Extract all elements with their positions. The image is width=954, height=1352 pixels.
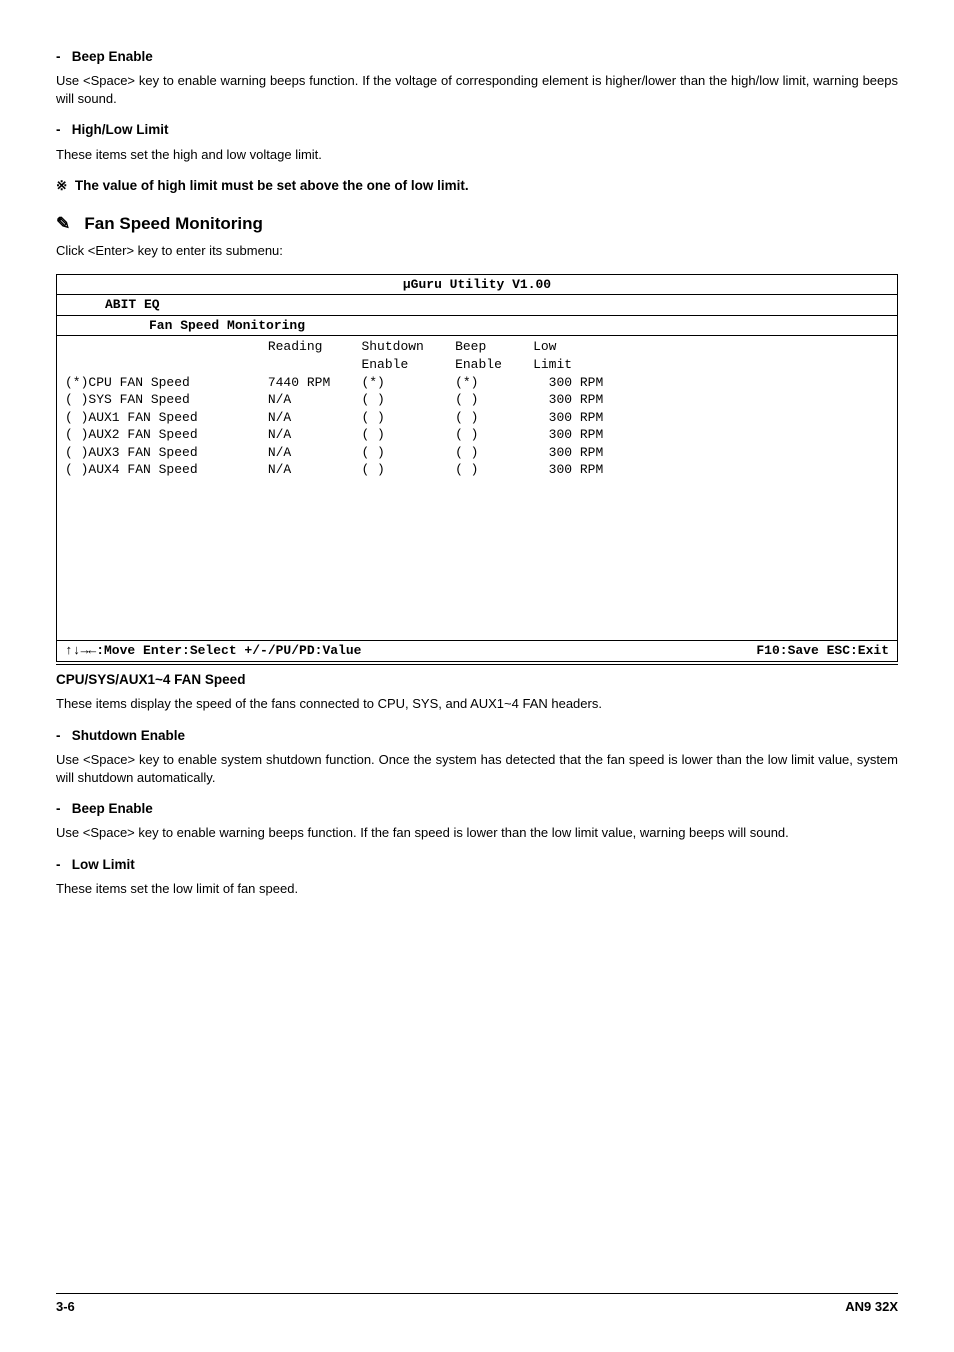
heading-text: Low Limit [72, 857, 135, 872]
para-high-low: These items set the high and low voltage… [56, 146, 898, 164]
heading-high-low-limit: High/Low Limit [56, 121, 898, 139]
heading-text: Fan Speed Monitoring [84, 214, 263, 233]
table-body: Reading Shutdown Beep Low Enable Enable … [57, 336, 897, 640]
heading-fan-speed-monitoring: Fan Speed Monitoring [56, 213, 898, 236]
para-cpu-sys-aux: These items display the speed of the fan… [56, 695, 898, 713]
para-fan-intro: Click <Enter> key to enter its submenu: [56, 242, 898, 260]
table-sub1: ABIT EQ [57, 295, 897, 316]
para-shutdown: Use <Space> key to enable system shutdow… [56, 751, 898, 786]
table-footer: ↑↓→←:Move Enter:Select +/-/PU/PD:Value F… [57, 640, 897, 661]
heading-text: High/Low Limit [72, 122, 169, 137]
heading-low-limit: Low Limit [56, 856, 898, 874]
heading-text: Shutdown Enable [72, 728, 185, 743]
heading-text: Beep Enable [72, 49, 153, 64]
footer-page-num: 3-6 [56, 1299, 75, 1314]
para-low-limit: These items set the low limit of fan spe… [56, 880, 898, 898]
para-beep-enable: Use <Space> key to enable warning beeps … [56, 72, 898, 107]
heading-beep-enable: Beep Enable [56, 48, 898, 66]
table-footer-left: ↑↓→←:Move Enter:Select +/-/PU/PD:Value [65, 642, 361, 660]
heading-shutdown-enable: Shutdown Enable [56, 727, 898, 745]
table-title: µGuru Utility V1.00 [57, 275, 897, 296]
bios-table: µGuru Utility V1.00 ABIT EQ Fan Speed Mo… [56, 274, 898, 662]
note-high-limit: The value of high limit must be set abov… [56, 177, 898, 195]
heading-beep-enable-2: Beep Enable [56, 800, 898, 818]
para-beep-2: Use <Space> key to enable warning beeps … [56, 824, 898, 842]
table-footer-right: F10:Save ESC:Exit [756, 642, 889, 660]
note-text: The value of high limit must be set abov… [75, 178, 469, 193]
page-footer: 3-6 AN9 32X [56, 1293, 898, 1316]
table-sub2: Fan Speed Monitoring [57, 316, 897, 337]
heading-cpu-sys-aux: CPU/SYS/AUX1~4 FAN Speed [56, 671, 898, 689]
divider [56, 664, 898, 665]
heading-text: Beep Enable [72, 801, 153, 816]
footer-doc-id: AN9 32X [845, 1298, 898, 1316]
